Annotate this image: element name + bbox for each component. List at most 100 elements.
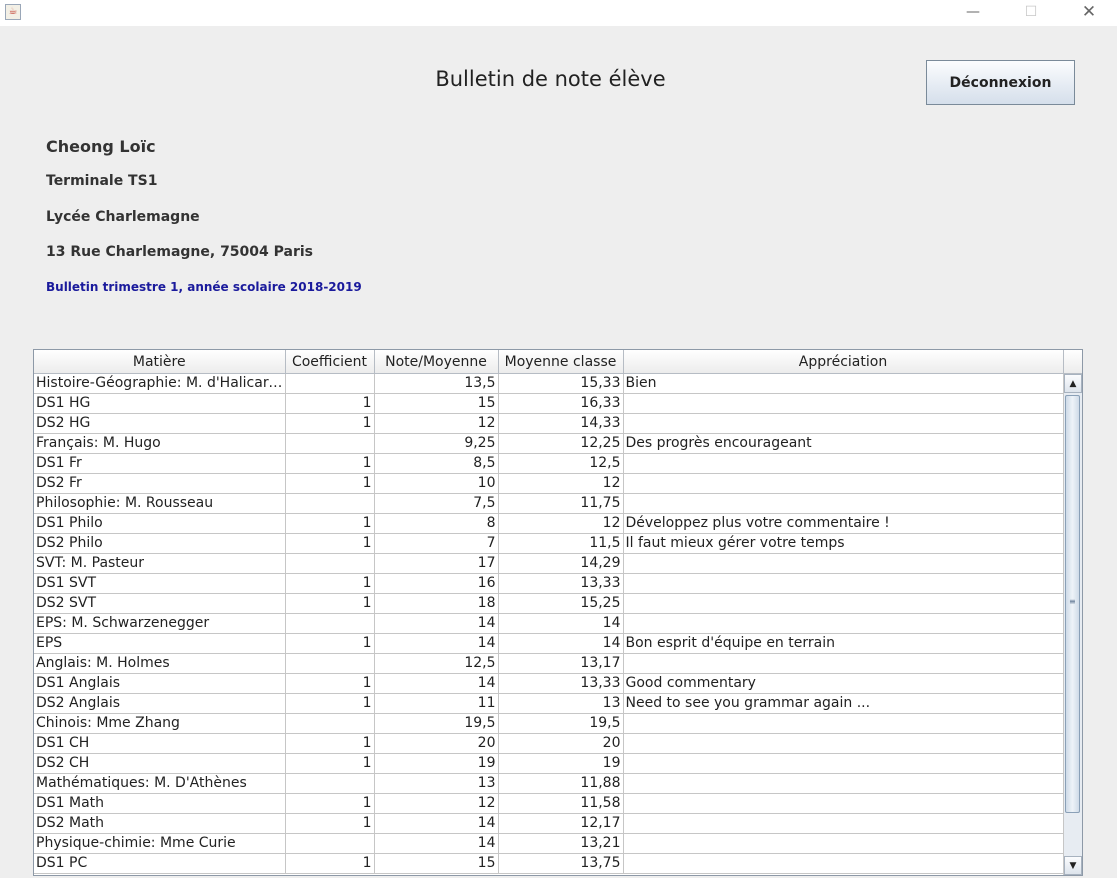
cell-grade[interactable]: 16 — [374, 573, 499, 594]
cell-appreciation[interactable]: Des progrès encourageant — [623, 433, 1064, 454]
cell-subject[interactable]: DS1 Math — [34, 793, 286, 814]
scrollbar-thumb[interactable]: ≡ — [1065, 395, 1080, 813]
cell-coefficient[interactable] — [285, 713, 375, 734]
cell-appreciation[interactable]: Il faut mieux gérer votre temps — [623, 533, 1064, 554]
cell-appreciation[interactable] — [623, 793, 1064, 814]
cell-subject[interactable]: EPS: M. Schwarzenegger — [34, 613, 286, 634]
arrow-down-icon[interactable]: ▼ — [1064, 856, 1082, 875]
cell-grade[interactable]: 15 — [374, 393, 499, 414]
cell-grade[interactable]: 13,5 — [374, 373, 499, 394]
column-header-class-average[interactable]: Moyenne classe — [498, 350, 624, 374]
cell-appreciation[interactable]: Bon esprit d'équipe en terrain — [623, 633, 1064, 654]
cell-appreciation[interactable] — [623, 393, 1064, 414]
cell-grade[interactable]: 10 — [374, 473, 499, 494]
cell-coefficient[interactable]: 1 — [285, 693, 375, 714]
cell-subject[interactable]: Anglais: M. Holmes — [34, 653, 286, 674]
cell-appreciation[interactable] — [623, 453, 1064, 474]
cell-grade[interactable]: 9,25 — [374, 433, 499, 454]
table-row[interactable]: DS2 CH 1 19 19 — [34, 753, 1064, 774]
cell-grade[interactable]: 7 — [374, 533, 499, 554]
cell-grade[interactable]: 19,5 — [374, 713, 499, 734]
cell-coefficient[interactable] — [285, 653, 375, 674]
cell-coefficient[interactable]: 1 — [285, 473, 375, 494]
cell-subject[interactable]: Français: M. Hugo — [34, 433, 286, 454]
cell-coefficient[interactable]: 1 — [285, 593, 375, 614]
cell-appreciation[interactable] — [623, 813, 1064, 834]
cell-grade[interactable]: 15 — [374, 853, 499, 874]
cell-class-average[interactable]: 20 — [498, 733, 624, 754]
cell-coefficient[interactable]: 1 — [285, 633, 375, 654]
cell-class-average[interactable]: 14 — [498, 613, 624, 634]
column-header-subject[interactable]: Matière — [34, 350, 286, 374]
cell-subject[interactable]: Histoire-Géographie: M. d'Halicarnas... — [34, 373, 286, 394]
table-row[interactable]: Mathématiques: M. D'Athènes 13 11,88 — [34, 773, 1064, 794]
table-row[interactable]: DS2 SVT 1 18 15,25 — [34, 593, 1064, 614]
cell-appreciation[interactable] — [623, 613, 1064, 634]
cell-grade[interactable]: 18 — [374, 593, 499, 614]
table-row[interactable]: DS1 Math 1 12 11,58 — [34, 793, 1064, 814]
minimize-icon[interactable]: — — [950, 0, 996, 26]
cell-subject[interactable]: Philosophie: M. Rousseau — [34, 493, 286, 514]
cell-class-average[interactable]: 13,33 — [498, 573, 624, 594]
cell-subject[interactable]: DS1 Fr — [34, 453, 286, 474]
cell-class-average[interactable]: 12 — [498, 513, 624, 534]
cell-grade[interactable]: 14 — [374, 833, 499, 854]
table-row[interactable]: Chinois: Mme Zhang 19,5 19,5 — [34, 713, 1064, 734]
cell-grade[interactable]: 19 — [374, 753, 499, 774]
cell-class-average[interactable]: 13,21 — [498, 833, 624, 854]
cell-appreciation[interactable] — [623, 713, 1064, 734]
cell-subject[interactable]: DS2 Philo — [34, 533, 286, 554]
cell-appreciation[interactable] — [623, 593, 1064, 614]
cell-coefficient[interactable]: 1 — [285, 793, 375, 814]
cell-class-average[interactable]: 16,33 — [498, 393, 624, 414]
cell-grade[interactable]: 14 — [374, 673, 499, 694]
cell-appreciation[interactable] — [623, 753, 1064, 774]
cell-coefficient[interactable]: 1 — [285, 853, 375, 874]
cell-coefficient[interactable] — [285, 833, 375, 854]
cell-coefficient[interactable]: 1 — [285, 813, 375, 834]
cell-appreciation[interactable]: Bien — [623, 373, 1064, 394]
cell-subject[interactable]: Chinois: Mme Zhang — [34, 713, 286, 734]
cell-appreciation[interactable] — [623, 653, 1064, 674]
cell-subject[interactable]: DS1 Anglais — [34, 673, 286, 694]
cell-subject[interactable]: Physique-chimie: Mme Curie — [34, 833, 286, 854]
cell-subject[interactable]: EPS — [34, 633, 286, 654]
cell-class-average[interactable]: 12,5 — [498, 453, 624, 474]
cell-subject[interactable]: DS2 SVT — [34, 593, 286, 614]
cell-grade[interactable]: 8 — [374, 513, 499, 534]
cell-subject[interactable]: DS1 SVT — [34, 573, 286, 594]
cell-grade[interactable]: 14 — [374, 613, 499, 634]
table-row[interactable]: Physique-chimie: Mme Curie 14 13,21 — [34, 833, 1064, 854]
column-header-coefficient[interactable]: Coefficient — [285, 350, 375, 374]
cell-coefficient[interactable] — [285, 433, 375, 454]
cell-coefficient[interactable]: 1 — [285, 533, 375, 554]
cell-grade[interactable]: 12 — [374, 793, 499, 814]
table-row[interactable]: Anglais: M. Holmes 12,5 13,17 — [34, 653, 1064, 674]
cell-subject[interactable]: DS1 Philo — [34, 513, 286, 534]
cell-subject[interactable]: DS1 CH — [34, 733, 286, 754]
cell-grade[interactable]: 17 — [374, 553, 499, 574]
cell-class-average[interactable]: 19 — [498, 753, 624, 774]
cell-coefficient[interactable]: 1 — [285, 753, 375, 774]
cell-class-average[interactable]: 19,5 — [498, 713, 624, 734]
cell-grade[interactable]: 12,5 — [374, 653, 499, 674]
table-row[interactable]: DS2 Fr 1 10 12 — [34, 473, 1064, 494]
cell-subject[interactable]: DS2 Math — [34, 813, 286, 834]
cell-class-average[interactable]: 13,33 — [498, 673, 624, 694]
table-row[interactable]: DS2 Philo 1 7 11,5 Il faut mieux gérer votre… — [34, 533, 1064, 554]
table-row[interactable]: DS1 CH 1 20 20 — [34, 733, 1064, 754]
cell-subject[interactable]: DS2 CH — [34, 753, 286, 774]
cell-class-average[interactable]: 12,17 — [498, 813, 624, 834]
cell-appreciation[interactable] — [623, 573, 1064, 594]
cell-subject[interactable]: DS2 HG — [34, 413, 286, 434]
table-row[interactable]: DS1 Anglais 1 14 13,33 Good commentary — [34, 673, 1064, 694]
table-row[interactable]: Philosophie: M. Rousseau 7,5 11,75 — [34, 493, 1064, 514]
cell-class-average[interactable]: 15,33 — [498, 373, 624, 394]
cell-coefficient[interactable]: 1 — [285, 573, 375, 594]
table-row[interactable]: SVT: M. Pasteur 17 14,29 — [34, 553, 1064, 574]
close-icon[interactable]: ✕ — [1066, 0, 1112, 26]
cell-coefficient[interactable]: 1 — [285, 453, 375, 474]
cell-coefficient[interactable]: 1 — [285, 733, 375, 754]
cell-subject[interactable]: DS1 PC — [34, 853, 286, 874]
cell-grade[interactable]: 11 — [374, 693, 499, 714]
